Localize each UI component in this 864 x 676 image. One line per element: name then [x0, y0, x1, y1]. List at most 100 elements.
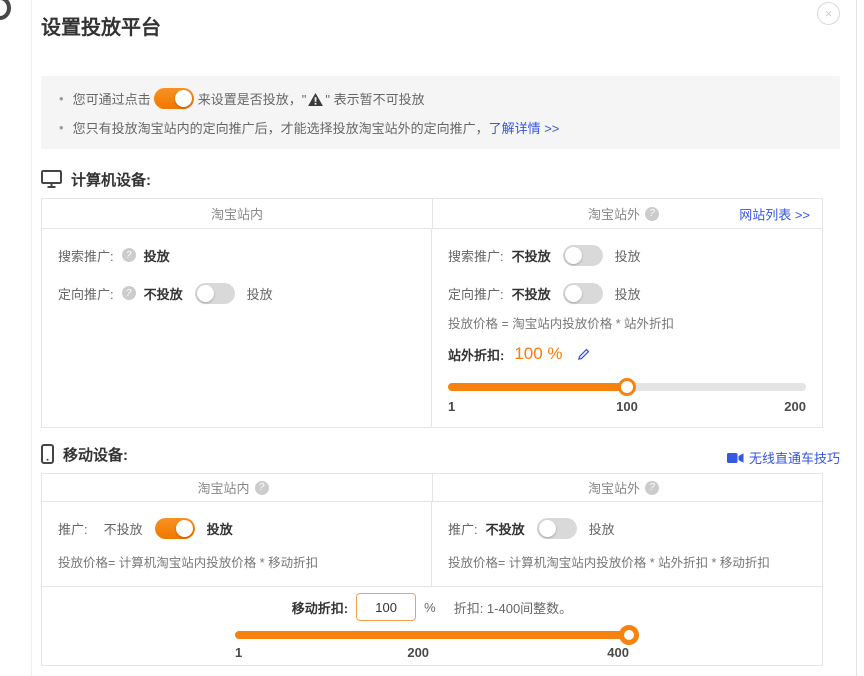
- slider-thumb[interactable]: [619, 625, 639, 645]
- mobile-onsite-promo-row: 推广: 不投放 投放: [58, 514, 415, 542]
- wireless-tips-label: 无线直通车技巧: [749, 448, 840, 467]
- target-promo-on-state: 投放: [247, 284, 273, 303]
- target-promo-on-state: 投放: [615, 284, 641, 303]
- search-promo-off-state: 不投放: [512, 246, 551, 265]
- scale-min: 1: [235, 645, 242, 660]
- computer-icon: [41, 170, 62, 188]
- slider-fill: [448, 383, 627, 391]
- computer-panel-body: 搜索推广: 投放 定向推广: 不投放 投放 搜索推广:: [42, 229, 822, 427]
- page-title: 设置投放平台: [41, 15, 840, 41]
- mobile-offsite-cell: 推广: 不投放 投放 投放价格= 计算机淘宝站内投放价格 * 站外折扣 * 移动…: [432, 502, 822, 586]
- toggle-knob: [175, 90, 192, 107]
- search-promo-on-state: 投放: [615, 246, 641, 265]
- help-icon[interactable]: [122, 248, 136, 262]
- scale-mid: 200: [407, 645, 429, 660]
- computer-onsite-cell: 搜索推广: 投放 定向推广: 不投放 投放: [42, 229, 432, 427]
- demo-toggle[interactable]: [154, 88, 194, 109]
- help-icon[interactable]: [645, 481, 659, 495]
- help-icon[interactable]: [255, 481, 269, 495]
- mobile-section-heading: 移动设备:: [41, 441, 128, 467]
- toggle-knob: [565, 285, 582, 302]
- offsite-discount-value: 100 %: [514, 344, 562, 364]
- mobile-discount-footer: 移动折扣: % 折扣: 1-400间整数。 1 200: [42, 586, 822, 665]
- mobile-onsite-header-label: 淘宝站内: [197, 478, 249, 497]
- toggle-knob: [565, 247, 582, 264]
- computer-offsite-header: 淘宝站外 网站列表 >>: [432, 199, 822, 228]
- notice-box: 您可通过点击 来设置是否投放，" " 表示暂不可投放 您只有投放淘宝站内的定向推…: [41, 76, 840, 149]
- promo-off-state: 不投放: [486, 519, 525, 538]
- target-promo-off-state: 不投放: [144, 284, 183, 303]
- notice-line1-pre: 您可通过点击: [73, 89, 155, 108]
- website-list-link[interactable]: 网站列表 >>: [739, 204, 810, 223]
- slider-thumb[interactable]: [618, 378, 636, 396]
- offsite-target-row: 定向推广: 不投放 投放: [448, 279, 806, 307]
- mobile-onsite-header: 淘宝站内: [42, 474, 432, 501]
- learn-more-link[interactable]: 了解详情 >>: [489, 118, 560, 137]
- promo-off-state: 不投放: [104, 519, 143, 538]
- computer-section-heading: 计算机设备:: [41, 166, 840, 192]
- mobile-panel: 淘宝站内 淘宝站外 推广: 不投放 投放 投放价格= 计算机淘宝站内投放: [41, 473, 823, 666]
- offsite-discount-label: 站外折扣:: [448, 345, 504, 364]
- promo-on-state: 投放: [207, 519, 233, 538]
- notice-line1-end: " 表示暂不可投放: [325, 89, 424, 108]
- mobile-onsite-cell: 推广: 不投放 投放 投放价格= 计算机淘宝站内投放价格 * 移动折扣: [42, 502, 432, 586]
- offsite-discount-slider: [448, 377, 806, 397]
- mobile-discount-hint: 折扣: 1-400间整数。: [454, 598, 572, 617]
- offsite-search-row: 搜索推广: 不投放 投放: [448, 241, 806, 269]
- promo-on-state: 投放: [589, 519, 615, 538]
- mobile-slider-wrap: 1 200 400: [235, 625, 629, 661]
- slider-track[interactable]: [448, 383, 806, 391]
- mobile-discount-slider: [235, 625, 629, 645]
- onsite-search-row: 搜索推广: 投放: [58, 241, 415, 269]
- scale-max: 200: [784, 399, 806, 414]
- help-icon[interactable]: [645, 207, 659, 221]
- scale-mid: 100: [616, 399, 638, 414]
- mobile-offsite-formula: 投放价格= 计算机淘宝站内投放价格 * 站外折扣 * 移动折扣: [448, 554, 806, 572]
- computer-panel: 淘宝站内 淘宝站外 网站列表 >> 搜索推广: 投放 定向推广:: [41, 198, 823, 428]
- percent-sign: %: [424, 600, 436, 615]
- mobile-discount-row: 移动折扣: % 折扣: 1-400间整数。: [42, 593, 822, 621]
- mobile-section-heading-row: 移动设备: 无线直通车技巧: [41, 441, 840, 467]
- mobile-discount-input[interactable]: [356, 593, 416, 621]
- mobile-offsite-header: 淘宝站外: [432, 474, 822, 501]
- mobile-slider-scale: 1 200 400: [235, 645, 629, 661]
- offsite-target-toggle[interactable]: [563, 283, 603, 304]
- notice-line1-mid: 来设置是否投放，": [194, 89, 306, 108]
- mobile-panel-body: 推广: 不投放 投放 投放价格= 计算机淘宝站内投放价格 * 移动折扣 推广: …: [42, 502, 822, 586]
- promo-label: 推广:: [58, 519, 88, 538]
- slider-track[interactable]: [235, 631, 629, 639]
- mobile-section-title: 移动设备:: [63, 444, 128, 465]
- onsite-target-toggle[interactable]: [195, 283, 235, 304]
- warning-triangle-icon: [308, 93, 323, 106]
- target-promo-label: 定向推广:: [58, 284, 114, 303]
- mobile-offsite-promo-row: 推广: 不投放 投放: [448, 514, 806, 542]
- scale-min: 1: [448, 399, 455, 414]
- mobile-offsite-header-label: 淘宝站外: [588, 478, 640, 497]
- onsite-target-row: 定向推广: 不投放 投放: [58, 279, 415, 307]
- edit-pencil-icon[interactable]: [577, 347, 591, 361]
- notice-line-1: 您可通过点击 来设置是否投放，" " 表示暂不可投放: [59, 88, 822, 109]
- mobile-onsite-formula: 投放价格= 计算机淘宝站内投放价格 * 移动折扣: [58, 554, 415, 572]
- search-promo-state: 投放: [144, 246, 170, 265]
- dialog-content: 设置投放平台 您可通过点击 来设置是否投放，" " 表示暂不可投放 您只有投放淘…: [31, 0, 857, 676]
- offsite-discount-row: 站外折扣: 100 %: [448, 339, 806, 369]
- computer-onsite-header: 淘宝站内: [42, 199, 432, 228]
- computer-offsite-cell: 搜索推广: 不投放 投放 定向推广: 不投放 投放 投放价格 = 淘宝站内投放价…: [432, 229, 822, 427]
- toggle-knob: [197, 285, 214, 302]
- offsite-price-formula: 投放价格 = 淘宝站内投放价格 * 站外折扣: [448, 315, 806, 333]
- toggle-knob: [539, 520, 556, 537]
- help-bubble-icon[interactable]: [0, 0, 11, 20]
- notice-line2-text: 您只有投放淘宝站内的定向推广后，才能选择投放淘宝站外的定向推广，: [73, 118, 489, 137]
- wireless-tips-link[interactable]: 无线直通车技巧: [727, 448, 840, 467]
- toggle-knob: [176, 520, 193, 537]
- promo-label: 推广:: [448, 519, 478, 538]
- mobile-onsite-promo-toggle[interactable]: [155, 518, 195, 539]
- slider-fill: [235, 631, 629, 639]
- mobile-offsite-promo-toggle[interactable]: [537, 518, 577, 539]
- close-icon[interactable]: [817, 2, 840, 25]
- help-icon[interactable]: [122, 286, 136, 300]
- offsite-search-toggle[interactable]: [563, 245, 603, 266]
- mobile-panel-header: 淘宝站内 淘宝站外: [42, 474, 822, 502]
- notice-line-2: 您只有投放淘宝站内的定向推广后，才能选择投放淘宝站外的定向推广， 了解详情 >>: [59, 117, 822, 137]
- search-promo-label: 搜索推广:: [58, 246, 114, 265]
